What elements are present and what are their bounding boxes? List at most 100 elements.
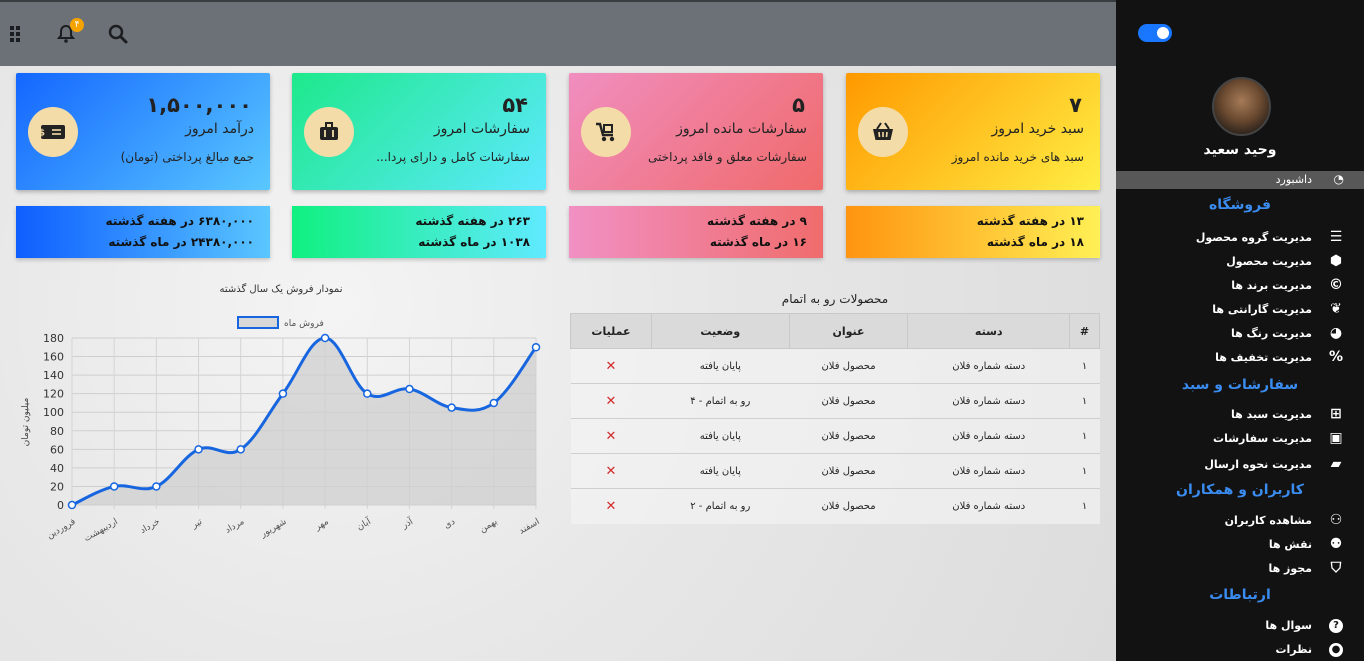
sidebar-item-label: مدیریت گروه محصول — [1195, 231, 1312, 244]
theme-toggle[interactable] — [1138, 24, 1172, 42]
sidebar-item[interactable]: ⚇ مشاهده کاربران — [1116, 511, 1364, 531]
stat-baskets: ۱۳ در هفته گذشته ۱۸ در ماه گذشته — [846, 206, 1100, 258]
y-tick-label: 140 — [43, 369, 64, 382]
x-tick-label: اردیبهشت — [83, 517, 120, 544]
cell-title: محصول فلان — [789, 348, 908, 384]
sidebar-item[interactable]: ⚉ نقش ها — [1116, 535, 1364, 555]
cell-status: پایان یافته — [651, 418, 790, 454]
sidebar-item[interactable]: ☰ مدیریت گروه محصول — [1116, 228, 1364, 248]
sales-chart: نمودار فروش یک سال گذشته فروش ماه 0 20 40 60 8… — [16, 275, 566, 565]
sidebar-item-dashboard[interactable]: ◔ داشبورد — [1116, 171, 1364, 189]
sidebar-item[interactable]: ? سوال ها — [1116, 616, 1364, 636]
sidebar-item[interactable]: ◕ مدیریت رنگ ها — [1116, 324, 1364, 344]
cell-title: محصول فلان — [789, 383, 908, 419]
table-header-row: # دسته عنوان وضعیت عملیات — [570, 313, 1100, 349]
stat-pending: ۹ در هفته گذشته ۱۶ در ماه گذشته — [569, 206, 823, 258]
card-pending-orders[interactable]: ۵ سفارشات مانده امروز سفارشات معلق و فاق… — [569, 73, 823, 190]
card-today-orders[interactable]: ۵۴ سفارشات امروز سفارشات کامل و دارای پر… — [292, 73, 546, 190]
apps-grid-icon[interactable] — [6, 22, 30, 46]
notification-badge: ۴ — [70, 18, 84, 32]
card-subtitle: سبد های خرید مانده امروز — [951, 150, 1084, 164]
bell-icon[interactable]: ۴ — [54, 18, 84, 46]
table-row: ۱ دسته شماره فلان محصول فلان پایان یافته ✕ — [570, 418, 1100, 454]
col-category: دسته — [907, 313, 1071, 349]
series-area — [72, 338, 536, 505]
delete-button[interactable]: ✕ — [570, 348, 652, 384]
chart-title: نمودار فروش یک سال گذشته — [219, 283, 342, 295]
card-number: ۱,۵۰۰,۰۰۰ — [146, 93, 252, 117]
stat-orders: ۲۶۳ در هفته گذشته ۱۰۳۸ در ماه گذشته — [292, 206, 546, 258]
data-point — [194, 445, 203, 454]
sidebar-item[interactable]: ▣ مدیریت سفارشات — [1116, 429, 1364, 449]
x-tick-label: خرداد — [139, 517, 162, 536]
sidebar-item-label: داشبورد — [1275, 173, 1312, 186]
luggage-icon — [304, 107, 354, 157]
y-tick-label: 20 — [50, 480, 64, 493]
delete-button[interactable]: ✕ — [570, 488, 652, 524]
y-axis-label: میلیون تومان — [21, 397, 31, 446]
cell-status: رو به اتمام - ۴ — [651, 383, 790, 419]
low-stock-table: # دسته عنوان وضعیت عملیات ۱ دسته شماره فل… — [570, 313, 1100, 524]
cell-category: دسته شماره فلان — [907, 488, 1070, 524]
cell-num: ۱ — [1069, 383, 1100, 419]
card-today-baskets[interactable]: ۷ سبد خرید امروز سبد های خرید مانده امرو… — [846, 73, 1100, 190]
gauge-icon: ◔ — [1333, 172, 1344, 186]
box-icon: ⬢ — [1329, 253, 1343, 269]
delete-button[interactable]: ✕ — [570, 418, 652, 454]
cell-title: محصول فلان — [789, 418, 908, 454]
palette-icon: ◕ — [1329, 325, 1343, 341]
cell-category: دسته شماره فلان — [907, 383, 1070, 419]
data-point — [447, 403, 456, 412]
y-tick-label: 180 — [43, 332, 64, 345]
sidebar: وحید سعید ◔ داشبورد فروشگاه ☰ مدیریت گروه … — [1116, 0, 1364, 661]
users-icon: ⚇ — [1329, 512, 1343, 528]
sidebar-item[interactable]: ▰ مدیریت نحوه ارسال — [1116, 455, 1364, 475]
sidebar-item[interactable]: ⊞ مدیریت سبد ها — [1116, 405, 1364, 425]
sidebar-item-label: مدیریت محصول — [1226, 255, 1312, 268]
sidebar-item[interactable]: © مدیریت برند ها — [1116, 276, 1364, 296]
cart-icon — [581, 107, 631, 157]
copyright-icon: © — [1329, 277, 1343, 293]
x-tick-label: شهریور — [258, 517, 288, 540]
sidebar-section-title: کاربران و همکاران — [1176, 482, 1304, 498]
data-point — [363, 389, 372, 398]
sidebar-item-label: مدیریت برند ها — [1231, 279, 1312, 292]
leaf-icon: ❦ — [1330, 301, 1342, 317]
luggage-icon: ▣ — [1329, 430, 1343, 446]
question-icon: ? — [1329, 619, 1343, 633]
money-icon: $ — [28, 107, 78, 157]
sidebar-item-label: مدیریت گارانتی ها — [1212, 303, 1312, 316]
sidebar-item[interactable]: % مدیریت تخفیف ها — [1116, 348, 1364, 368]
sidebar-item[interactable]: ● نظرات — [1116, 640, 1364, 660]
card-today-income[interactable]: ۱,۵۰۰,۰۰۰ درآمد امروز جمع مبالغ پرداختی … — [16, 73, 270, 190]
table-title: محصولات رو به اتمام — [781, 292, 889, 306]
y-tick-label: 60 — [50, 443, 64, 456]
basket-icon: ⊞ — [1330, 406, 1342, 422]
col-title: عنوان — [788, 313, 909, 349]
avatar[interactable] — [1212, 77, 1271, 136]
search-icon[interactable] — [106, 22, 130, 46]
legend-label: فروش ماه — [284, 319, 324, 329]
sidebar-item-label: مدیریت سفارشات — [1213, 432, 1312, 445]
sidebar-item[interactable]: ⬢ مدیریت محصول — [1116, 252, 1364, 272]
list-icon: ☰ — [1329, 229, 1343, 245]
data-point — [152, 482, 161, 491]
cell-num: ۱ — [1069, 488, 1100, 524]
sidebar-item-label: مدیریت رنگ ها — [1230, 327, 1312, 340]
sidebar-item[interactable]: ⛉ مجوز ها — [1116, 559, 1364, 579]
y-tick-label: 0 — [57, 499, 64, 512]
data-point — [531, 343, 541, 352]
x-tick-label: مهر — [313, 517, 331, 533]
stat-week: ۲۶۳ در هفته گذشته — [415, 214, 530, 228]
cell-num: ۱ — [1069, 418, 1100, 454]
data-point — [489, 398, 499, 408]
data-point — [405, 384, 414, 394]
cell-status: پایان یافته — [651, 453, 790, 489]
table-row: ۱ دسته شماره فلان محصول فلان رو به اتمام - … — [570, 383, 1100, 419]
sidebar-item[interactable]: ❦ مدیریت گارانتی ها — [1116, 300, 1364, 320]
delete-button[interactable]: ✕ — [570, 383, 652, 419]
delete-button[interactable]: ✕ — [570, 453, 652, 489]
sidebar-section-title: فروشگاه — [1208, 197, 1271, 213]
stat-month: ۱۶ در ماه گذشته — [709, 235, 807, 249]
y-tick-label: 100 — [43, 406, 64, 419]
